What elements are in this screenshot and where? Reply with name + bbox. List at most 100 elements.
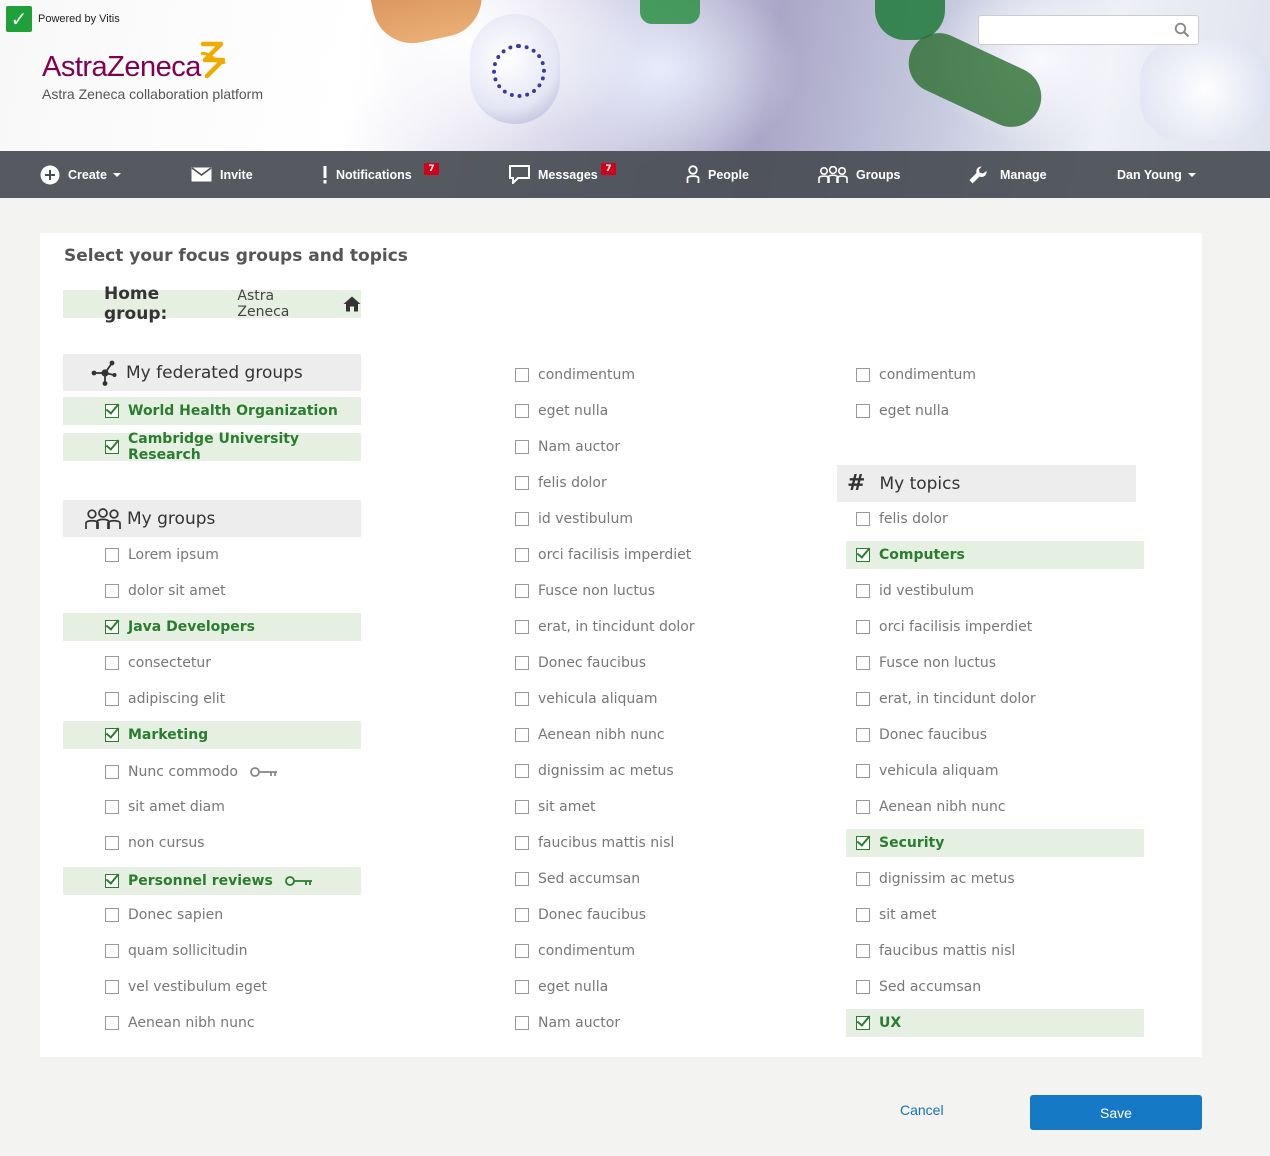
checkbox[interactable] xyxy=(515,620,529,634)
checkbox[interactable] xyxy=(515,656,529,670)
topic-item[interactable]: id vestibulum xyxy=(846,577,1144,605)
checkbox[interactable] xyxy=(105,584,119,598)
list-item[interactable]: eget nulla xyxy=(515,973,815,1001)
nav-user-menu[interactable]: Dan Young xyxy=(1117,151,1196,198)
group-item[interactable]: Lorem ipsum xyxy=(63,541,361,569)
checkbox[interactable] xyxy=(515,836,529,850)
checkbox[interactable] xyxy=(856,980,870,994)
save-button[interactable]: Save xyxy=(1030,1095,1202,1130)
topic-item[interactable]: Donec faucibus xyxy=(846,721,1144,749)
brand-logo[interactable]: AstraZeneca Astra Zeneca collaboration p… xyxy=(42,41,263,102)
list-item[interactable]: condimentum xyxy=(515,937,815,965)
topic-item[interactable]: Computers xyxy=(846,541,1144,569)
checkbox-checked[interactable] xyxy=(105,620,119,634)
topic-item[interactable]: felis dolor xyxy=(846,505,1144,533)
checkbox[interactable] xyxy=(515,368,529,382)
list-item[interactable]: Nam auctor xyxy=(515,1009,815,1037)
checkbox[interactable] xyxy=(105,980,119,994)
topic-item[interactable]: Sed accumsan xyxy=(846,973,1144,1001)
nav-people[interactable]: People xyxy=(686,151,749,198)
checkbox[interactable] xyxy=(515,980,529,994)
search-input[interactable] xyxy=(987,20,1167,40)
checkbox[interactable] xyxy=(105,692,119,706)
list-item[interactable]: Aenean nibh nunc xyxy=(515,721,815,749)
group-item[interactable]: Nunc commodo xyxy=(63,758,361,786)
topic-item[interactable]: orci facilisis imperdiet xyxy=(846,613,1144,641)
checkbox[interactable] xyxy=(515,548,529,562)
checkbox[interactable] xyxy=(515,944,529,958)
checkbox[interactable] xyxy=(105,944,119,958)
checkbox[interactable] xyxy=(105,836,119,850)
checkbox[interactable] xyxy=(515,404,529,418)
checkbox-checked[interactable] xyxy=(105,440,119,454)
checkbox[interactable] xyxy=(105,765,119,779)
list-item[interactable]: eget nulla xyxy=(856,397,1156,425)
list-item[interactable]: Sed accumsan xyxy=(515,865,815,893)
checkbox[interactable] xyxy=(856,584,870,598)
topic-item[interactable]: erat, in tincidunt dolor xyxy=(846,685,1144,713)
checkbox[interactable] xyxy=(856,764,870,778)
list-item[interactable]: condimentum xyxy=(515,361,815,389)
checkbox[interactable] xyxy=(515,908,529,922)
list-item[interactable]: felis dolor xyxy=(515,469,815,497)
list-item[interactable]: sit amet xyxy=(515,793,815,821)
checkbox[interactable] xyxy=(856,908,870,922)
checkbox[interactable] xyxy=(105,656,119,670)
group-item[interactable]: adipiscing elit xyxy=(63,685,361,713)
checkbox[interactable] xyxy=(515,512,529,526)
checkbox-checked[interactable] xyxy=(105,728,119,742)
checkbox[interactable] xyxy=(856,872,870,886)
checkbox[interactable] xyxy=(515,728,529,742)
checkbox[interactable] xyxy=(515,872,529,886)
federated-group-item[interactable]: World Health Organization xyxy=(63,397,361,425)
group-item[interactable]: Java Developers xyxy=(63,613,361,641)
checkbox[interactable] xyxy=(515,476,529,490)
topic-item[interactable]: UX xyxy=(846,1009,1144,1037)
checkbox[interactable] xyxy=(515,800,529,814)
checkbox[interactable] xyxy=(856,404,870,418)
nav-notifications[interactable]: Notifications xyxy=(322,151,412,198)
list-item[interactable]: orci facilisis imperdiet xyxy=(515,541,815,569)
checkbox[interactable] xyxy=(515,440,529,454)
checkbox[interactable] xyxy=(105,800,119,814)
topic-item[interactable]: dignissim ac metus xyxy=(846,865,1144,893)
cancel-link[interactable]: Cancel xyxy=(900,1102,944,1118)
checkbox-checked[interactable] xyxy=(105,874,119,888)
group-item[interactable]: Marketing xyxy=(63,721,361,749)
topic-item[interactable]: Aenean nibh nunc xyxy=(846,793,1144,821)
federated-group-item[interactable]: Cambridge University Research xyxy=(63,431,361,463)
group-item[interactable]: Aenean nibh nunc xyxy=(63,1009,361,1037)
checkbox[interactable] xyxy=(515,692,529,706)
checkbox[interactable] xyxy=(105,548,119,562)
list-item[interactable]: Nam auctor xyxy=(515,433,815,461)
list-item[interactable]: Donec faucibus xyxy=(515,901,815,929)
checkbox[interactable] xyxy=(105,908,119,922)
group-item[interactable]: Personnel reviews xyxy=(63,867,361,895)
group-item[interactable]: consectetur xyxy=(63,649,361,677)
topic-item[interactable]: sit amet xyxy=(846,901,1144,929)
checkbox[interactable] xyxy=(856,944,870,958)
checkbox[interactable] xyxy=(856,692,870,706)
list-item[interactable]: dignissim ac metus xyxy=(515,757,815,785)
group-item[interactable]: vel vestibulum eget xyxy=(63,973,361,1001)
search-box[interactable] xyxy=(978,15,1199,45)
checkbox[interactable] xyxy=(856,656,870,670)
checkbox-checked[interactable] xyxy=(105,404,119,418)
list-item[interactable]: id vestibulum xyxy=(515,505,815,533)
list-item[interactable]: faucibus mattis nisl xyxy=(515,829,815,857)
search-icon[interactable] xyxy=(1174,22,1190,38)
list-item[interactable]: vehicula aliquam xyxy=(515,685,815,713)
group-item[interactable]: sit amet diam xyxy=(63,793,361,821)
list-item[interactable]: erat, in tincidunt dolor xyxy=(515,613,815,641)
group-item[interactable]: non cursus xyxy=(63,829,361,857)
checkbox[interactable] xyxy=(515,764,529,778)
topic-item[interactable]: Security xyxy=(846,829,1144,857)
checkbox[interactable] xyxy=(856,512,870,526)
checkbox-checked[interactable] xyxy=(856,548,870,562)
checkbox[interactable] xyxy=(515,584,529,598)
checkbox[interactable] xyxy=(105,1016,119,1030)
checkbox-checked[interactable] xyxy=(856,1016,870,1030)
checkbox[interactable] xyxy=(856,620,870,634)
checkbox[interactable] xyxy=(515,1016,529,1030)
topic-item[interactable]: vehicula aliquam xyxy=(846,757,1144,785)
